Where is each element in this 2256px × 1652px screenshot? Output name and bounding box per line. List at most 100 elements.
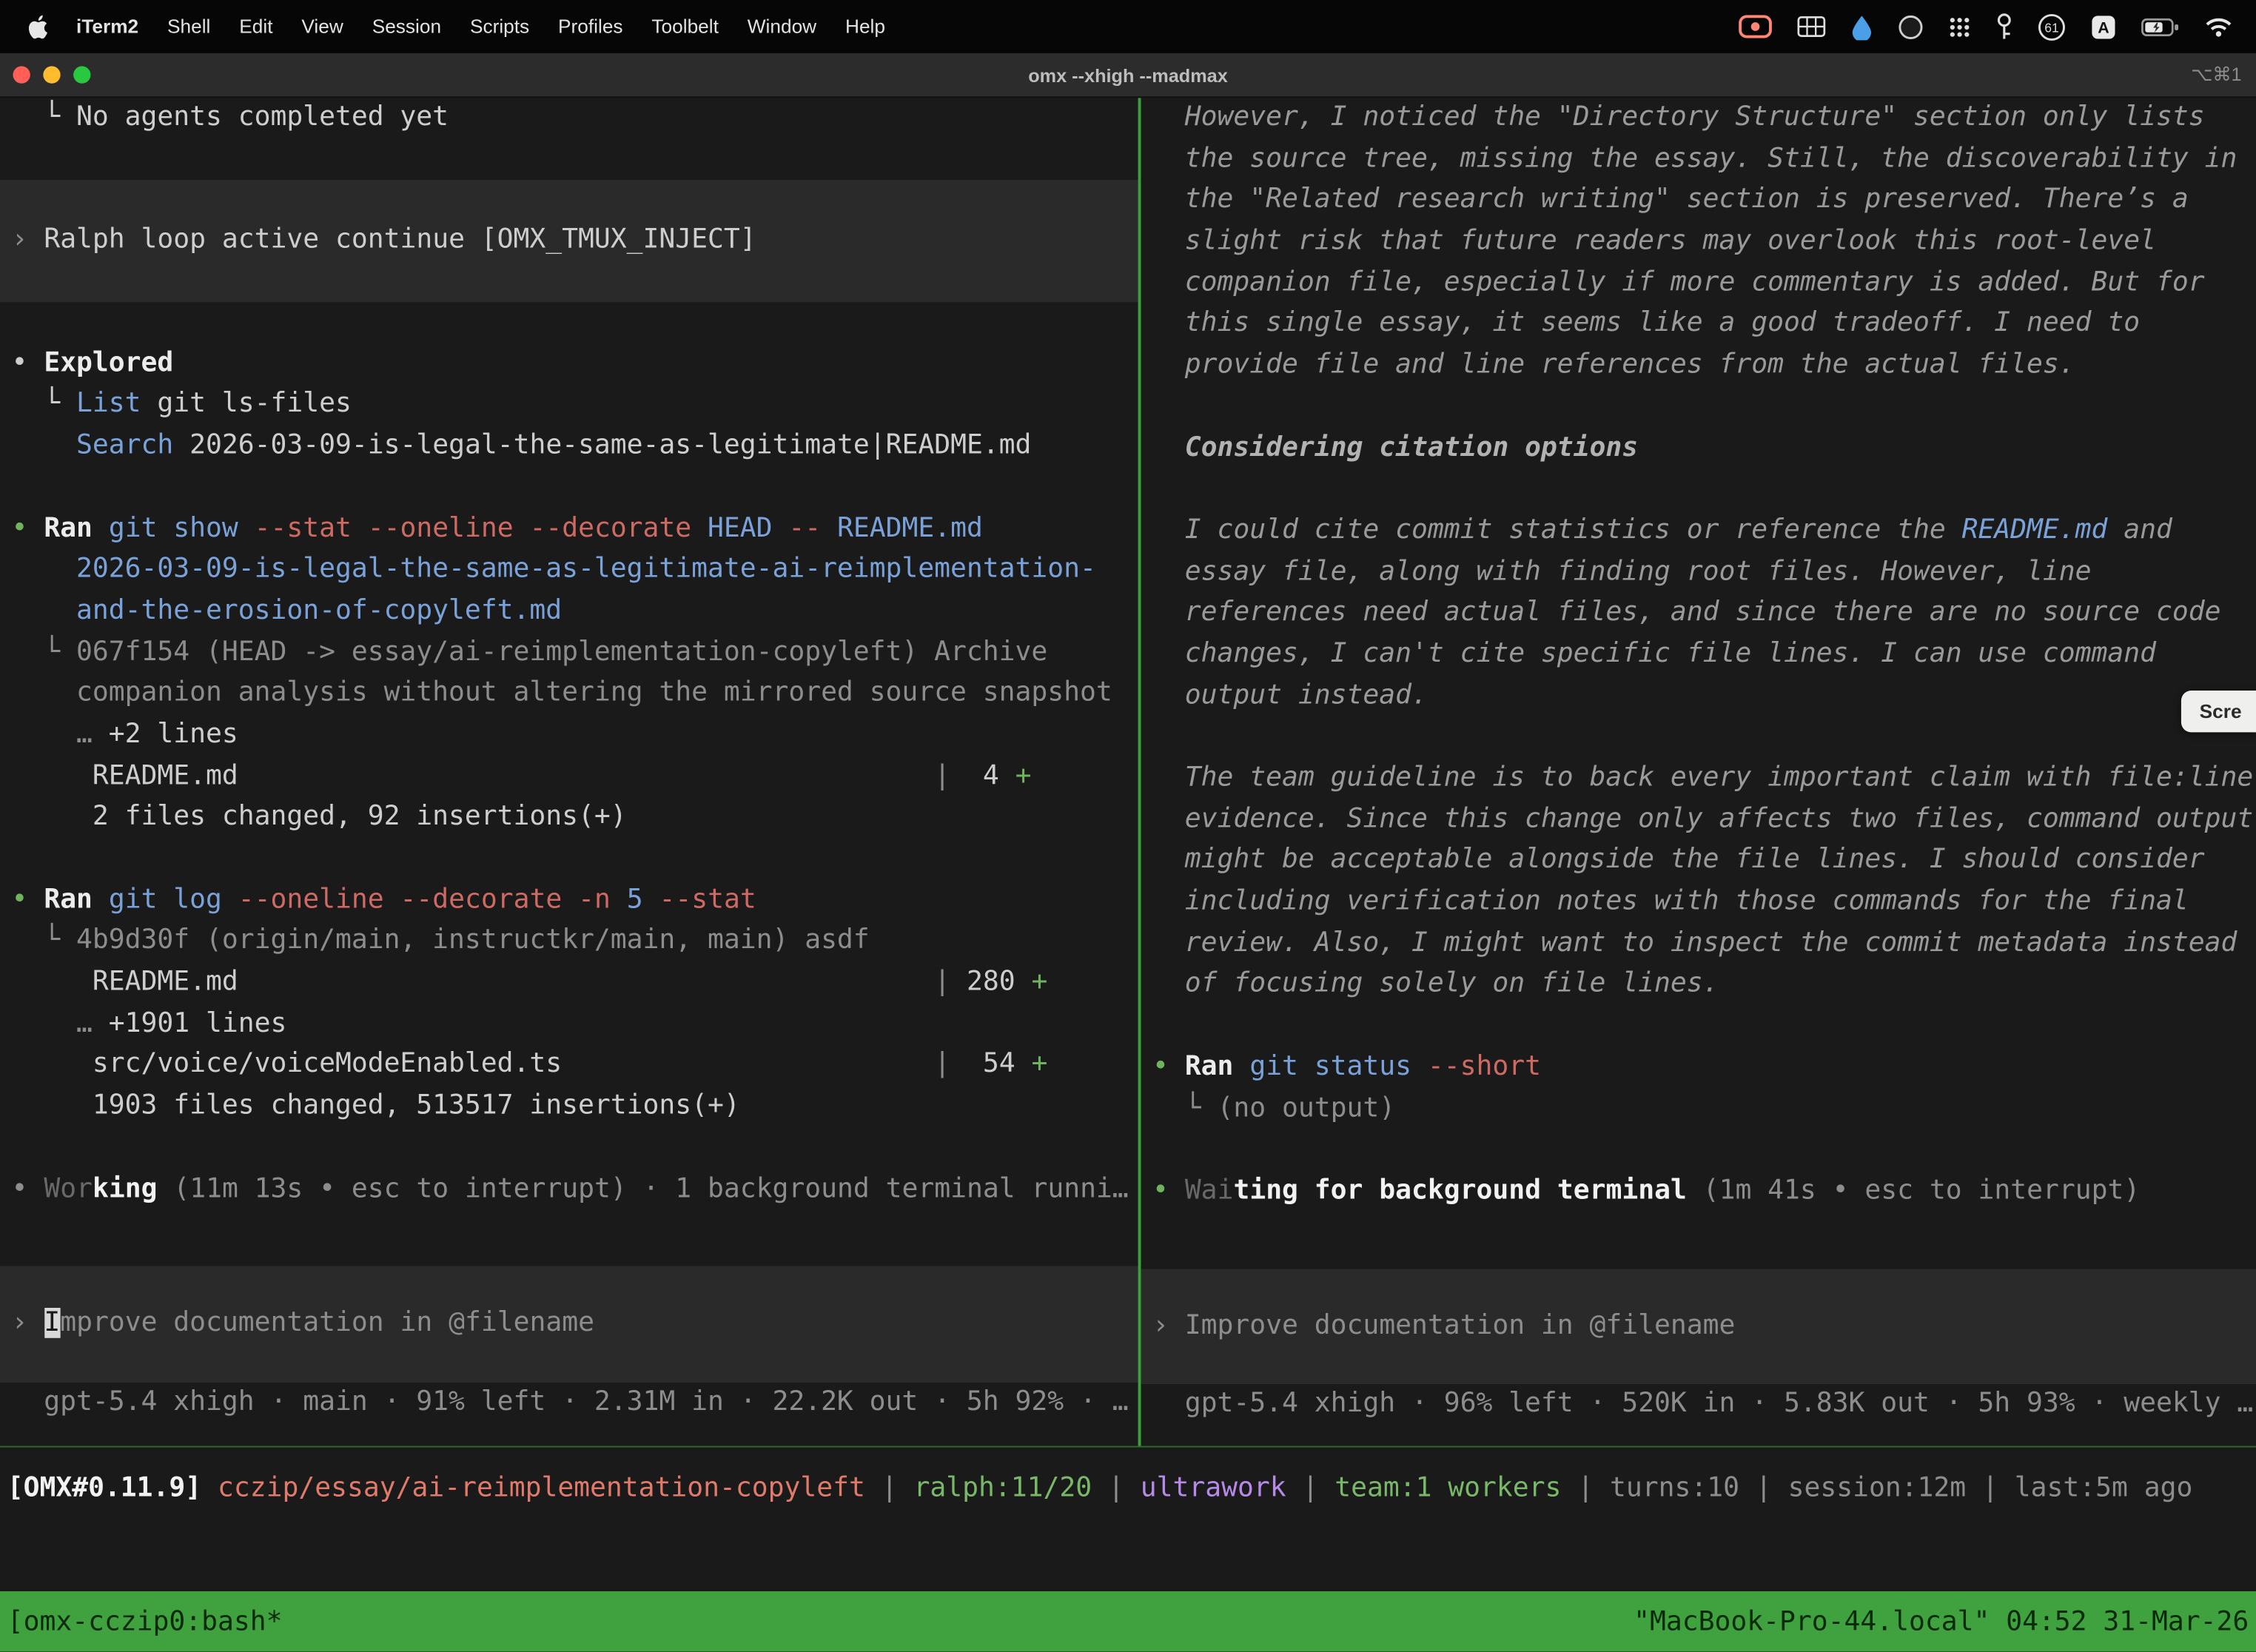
terminal-line: [0, 839, 1138, 880]
terminal-line: [1141, 1129, 2256, 1171]
agent-transcript: • Explored └ List git ls-files Search 20…: [0, 302, 1138, 1210]
terminal-line: • Waiting for background terminal (1m 41…: [1141, 1171, 2256, 1212]
menubar-status-icons: 61 A: [1738, 13, 2241, 41]
terminal-line: output instead.: [1141, 676, 2256, 717]
terminal-line: [0, 1128, 1138, 1169]
terminal-line: README.md | 280 +: [0, 963, 1138, 1004]
wifi-icon[interactable]: [2204, 16, 2233, 37]
terminal-line: and-the-erosion-of-copyleft.md: [0, 591, 1138, 633]
terminal-line: provide file and line references from th…: [1141, 346, 2256, 387]
terminal-line: └ List git ls-files: [0, 385, 1138, 426]
agents-status: └ No agents completed yet: [0, 98, 1138, 181]
session-stats: gpt-5.4 xhigh · 96% left · 520K in · 5.8…: [1141, 1384, 2256, 1426]
dots-grid-icon[interactable]: [1948, 15, 1971, 38]
terminal-line: gpt-5.4 xhigh · main · 91% left · 2.31M …: [0, 1383, 1138, 1424]
terminal-line: Search 2026-03-09-is-legal-the-same-as-l…: [0, 426, 1138, 468]
terminal-line: • Explored: [0, 343, 1138, 385]
recording-indicator-icon[interactable]: [1738, 14, 1773, 38]
zoom-button[interactable]: [73, 66, 90, 83]
apple-icon: [29, 13, 50, 39]
tmux-status-bar: [omx-cczip0:bash* "MacBook-Pro-44.local"…: [0, 1591, 2256, 1652]
terminal-line: 1903 files changed, 513517 insertions(+): [0, 1087, 1138, 1128]
battery-percent-icon[interactable]: 61: [2038, 13, 2067, 41]
battery-icon[interactable]: [2141, 16, 2179, 36]
tmux-session-label: [omx-cczip0:bash*: [7, 1606, 283, 1636]
input-source-icon[interactable]: A: [2090, 13, 2116, 39]
terminal-line: including verification notes with those …: [1141, 882, 2256, 924]
menu-toolbelt[interactable]: Toolbelt: [637, 16, 733, 37]
menu-window[interactable]: Window: [733, 16, 830, 37]
terminal-line: › Ralph loop active continue [OMX_TMUX_I…: [0, 221, 1138, 262]
window-title: omx --xhigh --madmax: [0, 64, 2256, 86]
terminal-line: However, I noticed the "Directory Struct…: [1141, 98, 2256, 139]
svg-text:61: 61: [2044, 20, 2058, 35]
terminal-line: might be acceptable alongside the file l…: [1141, 841, 2256, 882]
terminal-line: of focusing solely on file lines.: [1141, 964, 2256, 1006]
menu-help[interactable]: Help: [831, 16, 900, 37]
terminal-line: › Improve documentation in @filename: [1141, 1306, 2256, 1347]
terminal-blank-area: [0, 1528, 2256, 1591]
menu-view[interactable]: View: [287, 16, 357, 37]
terminal-line: The team guideline is to back every impo…: [1141, 758, 2256, 799]
terminal-line: I could cite commit statistics or refere…: [1141, 511, 2256, 552]
terminal-line: • Ran git log --oneline --decorate -n 5 …: [0, 880, 1138, 921]
close-button[interactable]: [13, 66, 30, 83]
menu-iterm2[interactable]: iTerm2: [62, 16, 153, 37]
terminal-line: [0, 139, 1138, 181]
screen-capture-tab[interactable]: Scre: [2181, 691, 2256, 732]
menu-session[interactable]: Session: [357, 16, 455, 37]
terminal-line: └ 067f154 (HEAD -> essay/ai-reimplementa…: [0, 632, 1138, 674]
terminal-line: essay file, along with finding root file…: [1141, 552, 2256, 594]
terminal-line: companion analysis without altering the …: [0, 674, 1138, 715]
ralph-inject-box: › Ralph loop active continue [OMX_TMUX_I…: [0, 181, 1138, 303]
omx-status-region: [OMX#0.11.9] cczip/essay/ai-reimplementa…: [0, 1446, 2256, 1528]
svg-text:A: A: [2098, 19, 2109, 36]
terminal-line: review. Also, I might want to inspect th…: [1141, 923, 2256, 964]
terminal-line: … +2 lines: [0, 715, 1138, 756]
tmux-host-clock: "MacBook-Pro-44.local" 04:52 31-Mar-26: [1634, 1606, 2249, 1636]
terminal-line: references need actual files, and since …: [1141, 593, 2256, 634]
menu-scripts[interactable]: Scripts: [456, 16, 544, 37]
terminal-line: evidence. Since this change only affects…: [1141, 799, 2256, 841]
terminal-line: [0, 302, 1138, 343]
session-stats: gpt-5.4 xhigh · main · 91% left · 2.31M …: [0, 1383, 1138, 1424]
terminal-line: └ (no output): [1141, 1089, 2256, 1130]
terminal-line: Considering citation options: [1141, 428, 2256, 469]
terminal-pane-right[interactable]: However, I noticed the "Directory Struct…: [1141, 98, 2256, 1446]
terminal-line: README.md | 4 +: [0, 756, 1138, 798]
grid-icon[interactable]: [1797, 16, 1826, 37]
key-icon[interactable]: [1995, 13, 2012, 41]
terminal-line: [1141, 469, 2256, 511]
terminal-line: this single essay, it seems like a good …: [1141, 304, 2256, 346]
minimize-button[interactable]: [43, 66, 60, 83]
prompt-input[interactable]: › Improve documentation in @filename: [1141, 1269, 2256, 1385]
terminal-line: [0, 467, 1138, 508]
terminal-line: … +1901 lines: [0, 1004, 1138, 1045]
terminal-line: • Ran git show --stat --oneline --decora…: [0, 508, 1138, 550]
menu-edit[interactable]: Edit: [225, 16, 287, 37]
docker-icon[interactable]: [1850, 13, 1873, 39]
terminal-line: › Improve documentation in @filename: [0, 1304, 1138, 1346]
terminal-line: [1141, 717, 2256, 759]
macos-screen: iTerm2 ShellEditViewSessionScriptsProfil…: [0, 0, 2256, 1652]
terminal-line: the source tree, missing the essay. Stil…: [1141, 139, 2256, 181]
terminal-line: └ No agents completed yet: [0, 98, 1138, 139]
apple-menu[interactable]: [17, 13, 61, 39]
omx-status-line: [OMX#0.11.9] cczip/essay/ai-reimplementa…: [7, 1473, 2193, 1503]
terminal-line: src/voice/voiceModeEnabled.ts | 54 +: [0, 1045, 1138, 1087]
circle-app-icon[interactable]: [1898, 13, 1924, 39]
terminal-line: 2026-03-09-is-legal-the-same-as-legitima…: [0, 550, 1138, 591]
window-shortcut-label: ⌥⌘1: [2191, 64, 2256, 87]
terminal-line: companion file, especially if more comme…: [1141, 263, 2256, 304]
terminal-line: gpt-5.4 xhigh · 96% left · 520K in · 5.8…: [1141, 1384, 2256, 1426]
menu-items: ShellEditViewSessionScriptsProfilesToolb…: [153, 16, 900, 37]
terminal-window: └ No agents completed yet › Ralph loop ac…: [0, 98, 2256, 1446]
terminal-pane-left[interactable]: └ No agents completed yet › Ralph loop ac…: [0, 98, 1138, 1446]
menu-shell[interactable]: Shell: [153, 16, 225, 37]
assistant-reasoning: However, I noticed the "Directory Struct…: [1141, 98, 2256, 1212]
prompt-input[interactable]: › Improve documentation in @filename: [0, 1266, 1138, 1383]
menu-bar: iTerm2 ShellEditViewSessionScriptsProfil…: [0, 0, 2256, 53]
menu-profiles[interactable]: Profiles: [544, 16, 637, 37]
terminal-line: slight risk that future readers may over…: [1141, 221, 2256, 263]
terminal-line: • Ran git status --short: [1141, 1047, 2256, 1089]
